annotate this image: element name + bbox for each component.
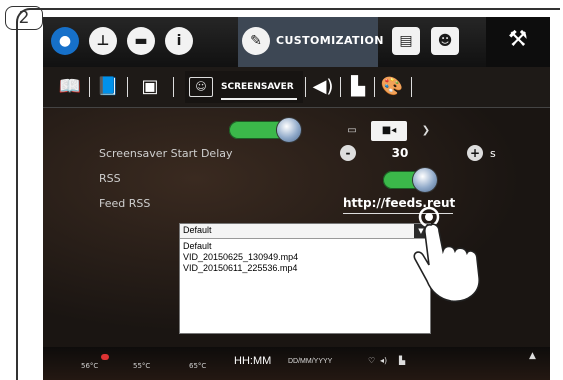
divider [127, 77, 128, 97]
brightness-icon[interactable]: ▙ [344, 75, 372, 99]
palette-icon[interactable]: 🎨 [378, 75, 406, 99]
wrench-icon: ⚒ [508, 27, 528, 52]
divider [173, 77, 174, 97]
flag-icon[interactable]: ▬ [127, 27, 155, 55]
delay-value: 30 [391, 146, 409, 160]
feed-rss-label: Feed RSS [99, 197, 151, 210]
image-mode-icon[interactable]: ▭ [335, 121, 369, 141]
pencil-icon: ✎ [242, 27, 270, 55]
delay-decrement-button[interactable]: - [340, 145, 356, 161]
temperature-readout: 55°C [133, 362, 151, 370]
info-icon[interactable]: i [165, 27, 193, 55]
temperature-readout: 65°C [189, 362, 207, 370]
next-arrow-icon[interactable]: ❯ [409, 121, 443, 141]
book-color-icon[interactable]: 📘 [95, 75, 121, 99]
delay-unit: s [490, 147, 496, 160]
screensaver-toggle[interactable] [229, 118, 301, 142]
divider [411, 77, 412, 97]
screensaver-icon: ☺ [189, 77, 213, 97]
divider [374, 77, 375, 97]
person-icon[interactable]: ☻ [431, 27, 459, 55]
temperature-readout: 56°C [81, 362, 99, 370]
status-bar: 56°C 55°C 65°C HH:MM DD/MM/YYYY ♡ ◂) ▙ ▲ [43, 347, 550, 380]
volume-icon: ◂) [380, 356, 388, 365]
divider [305, 77, 306, 97]
rss-toggle[interactable] [383, 168, 437, 192]
water-drop-icon[interactable]: ● [51, 27, 79, 55]
device-screen: ● ⊥ ▬ i ✎ CUSTOMIZATION ▤ ☻ ⚒ 📖 📘 ▣ ◀) ▙… [43, 17, 550, 380]
divider [340, 77, 341, 97]
expand-up-icon[interactable]: ▲ [529, 351, 536, 361]
printer-icon: ▙ [399, 356, 406, 365]
screensaver-mode-selector: ▭ ■◂ ❯ [335, 121, 445, 141]
dropdown-selected[interactable]: Default ▼ [180, 224, 428, 239]
tab-maintenance[interactable]: ⚒ [486, 17, 550, 67]
start-delay-label: Screensaver Start Delay [99, 147, 233, 160]
divider [89, 77, 90, 97]
top-menu-bar: ● ⊥ ▬ i ✎ CUSTOMIZATION ▤ ☻ ⚒ [43, 17, 550, 67]
clock-time: HH:MM [234, 355, 272, 367]
delay-increment-button[interactable]: + [467, 145, 483, 161]
heart-icon: ♡ [368, 356, 376, 365]
tab-customization[interactable]: ✎ CUSTOMIZATION [238, 17, 383, 67]
display-icon[interactable]: ▤ [392, 27, 420, 55]
alert-indicator [101, 354, 109, 360]
image-icon[interactable]: ▣ [137, 75, 163, 99]
dropdown-option[interactable]: Default [183, 241, 212, 251]
tab-screensaver[interactable]: ☺ SCREENSAVER [185, 71, 303, 103]
video-mode-icon[interactable]: ■◂ [371, 121, 407, 141]
dropdown-option[interactable]: VID_20150625_130949.mp4 [183, 252, 298, 262]
tab-screensaver-label: SCREENSAVER [221, 82, 294, 92]
clock-date: DD/MM/YYYY [288, 358, 333, 365]
rss-label: RSS [99, 172, 121, 185]
dropdown-option[interactable]: VID_20150611_225536.mp4 [183, 263, 297, 273]
touch-hand-icon [413, 206, 480, 302]
toggle-knob [277, 118, 301, 142]
video-file-dropdown[interactable]: Default ▼ Default VID_20150625_130949.mp… [179, 223, 431, 334]
dropdown-selected-value: Default [183, 225, 212, 235]
tab-customization-label: CUSTOMIZATION [276, 34, 384, 47]
toggle-knob [413, 168, 437, 192]
speaker-icon[interactable]: ◀) [308, 75, 338, 99]
active-tab-indicator [221, 98, 297, 100]
temperature-icon[interactable]: ⊥ [89, 27, 117, 55]
book-icon[interactable]: 📖 [53, 75, 87, 99]
